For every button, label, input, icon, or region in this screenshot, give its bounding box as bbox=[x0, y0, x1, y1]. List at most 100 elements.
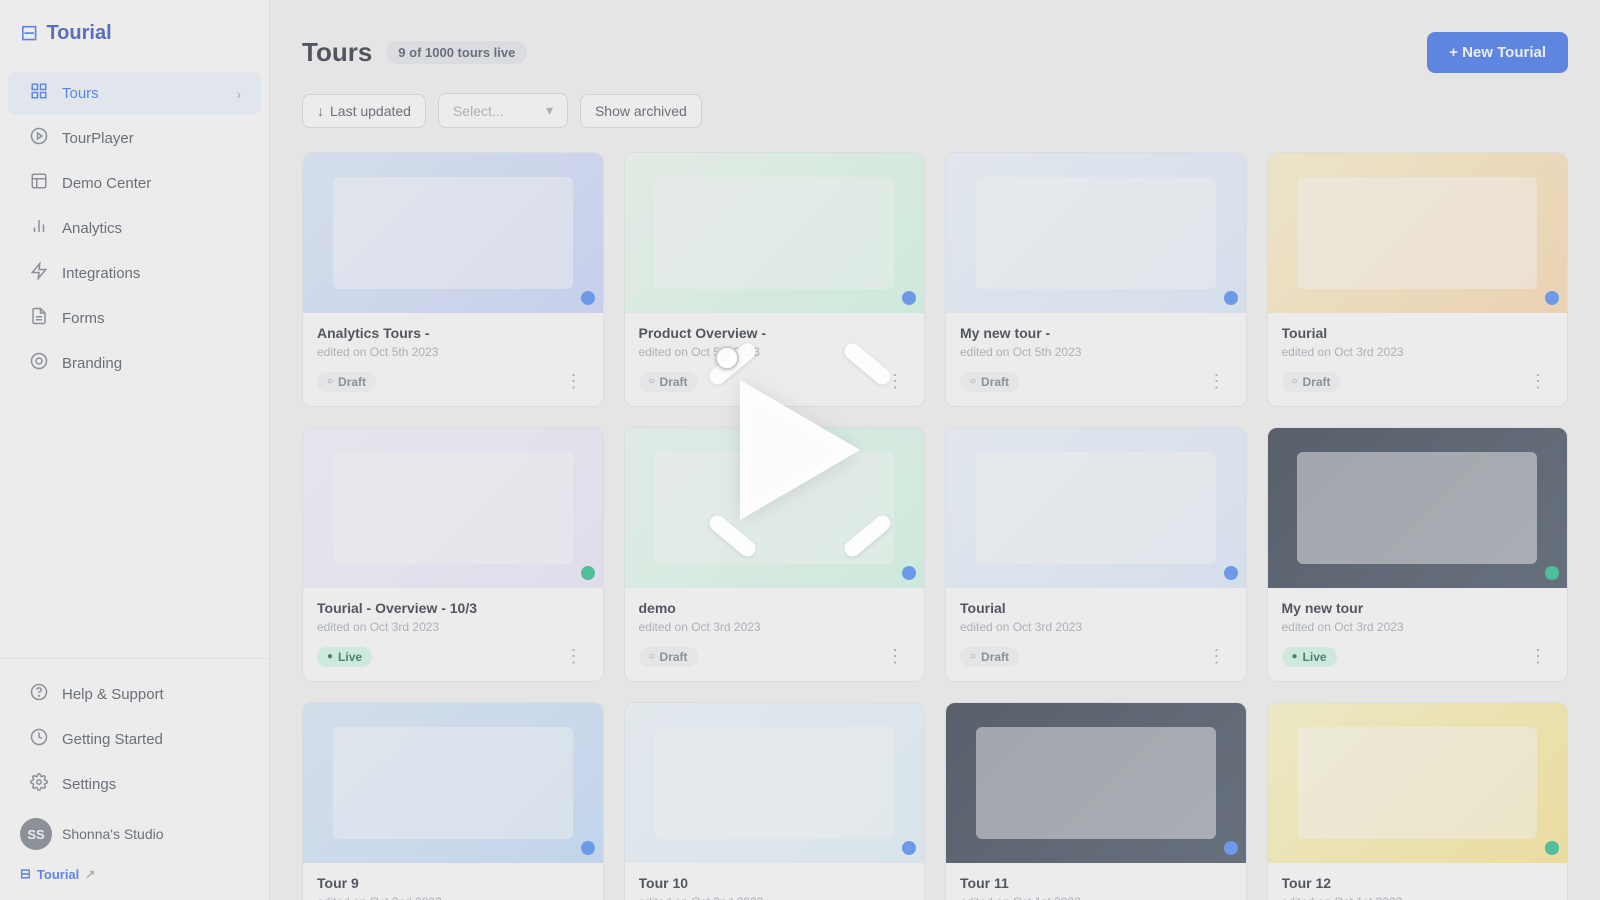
tour-card-date: edited on Oct 3rd 2023 bbox=[1282, 620, 1554, 634]
status-label: Live bbox=[1303, 650, 1327, 664]
thumbnail-inner bbox=[654, 727, 894, 839]
sidebar-label-analytics: Analytics bbox=[62, 220, 122, 237]
status-icon: ○ bbox=[1292, 376, 1298, 387]
user-profile[interactable]: SS Shonna's Studio bbox=[0, 808, 269, 860]
card-menu-button[interactable]: ⋮ bbox=[1523, 369, 1553, 394]
bar-chart-viz bbox=[391, 500, 514, 516]
status-badge: ○ Draft bbox=[317, 372, 376, 392]
sort-last-updated-button[interactable]: ↓ Last updated bbox=[302, 94, 426, 128]
show-archived-button[interactable]: Show archived bbox=[580, 94, 702, 128]
thumb-dot bbox=[1224, 566, 1238, 580]
status-label: Draft bbox=[981, 375, 1009, 389]
select-placeholder: Select... bbox=[453, 103, 504, 119]
card-menu-button[interactable]: ⋮ bbox=[1202, 644, 1232, 669]
sidebar-item-help[interactable]: Help & Support bbox=[8, 673, 261, 716]
tour-card-title: Tour 9 bbox=[317, 875, 589, 891]
bar-chart-viz bbox=[1034, 500, 1157, 516]
sidebar-item-analytics[interactable]: Analytics bbox=[8, 207, 261, 250]
tour-card[interactable]: Tour 12 edited on Oct 1st 2023 ● Live ⋮ bbox=[1267, 702, 1569, 900]
sidebar-item-settings[interactable]: Settings bbox=[8, 763, 261, 806]
thumbnail-inner bbox=[976, 177, 1216, 289]
tour-card[interactable]: My new tour edited on Oct 3rd 2023 ● Liv… bbox=[1267, 427, 1569, 682]
tour-card-body: Tourial - Overview - 10/3 edited on Oct … bbox=[303, 588, 603, 681]
tour-card[interactable]: Tourial - Overview - 10/3 edited on Oct … bbox=[302, 427, 604, 682]
sidebar-label-tourplayer: TourPlayer bbox=[62, 130, 134, 147]
status-icon: ○ bbox=[649, 376, 655, 387]
tour-thumbnail bbox=[1268, 153, 1568, 313]
status-icon: ○ bbox=[970, 376, 976, 387]
tour-card-body: Tourial edited on Oct 3rd 2023 ○ Draft ⋮ bbox=[946, 588, 1246, 681]
logo-text: Tourial bbox=[46, 22, 111, 45]
tour-card[interactable]: Product Overview - edited on Oct 5th 202… bbox=[624, 152, 926, 407]
sidebar-item-getting-started[interactable]: Getting Started bbox=[8, 718, 261, 761]
branding-icon bbox=[28, 352, 50, 375]
card-menu-button[interactable]: ⋮ bbox=[559, 644, 589, 669]
tour-card[interactable]: My new tour - edited on Oct 5th 2023 ○ D… bbox=[945, 152, 1247, 407]
tour-card-title: Tourial bbox=[960, 600, 1232, 616]
select-filter-dropdown[interactable]: Select... ▾ bbox=[438, 93, 568, 128]
thumb-dot bbox=[902, 841, 916, 855]
tour-card-date: edited on Oct 3rd 2023 bbox=[960, 620, 1232, 634]
card-menu-button[interactable]: ⋮ bbox=[1202, 369, 1232, 394]
status-badge: ○ Draft bbox=[960, 647, 1019, 667]
sidebar-label-integrations: Integrations bbox=[62, 265, 140, 282]
tour-card[interactable]: Tour 10 edited on Oct 2nd 2023 ○ Draft ⋮ bbox=[624, 702, 926, 900]
thumbnail-inner bbox=[976, 727, 1216, 839]
thumbnail-bg bbox=[1268, 703, 1568, 863]
tourial-badge: ⊟ Tourial ↗ bbox=[0, 860, 269, 888]
card-menu-button[interactable]: ⋮ bbox=[1523, 644, 1553, 669]
tour-card-footer: ● Live ⋮ bbox=[1282, 644, 1554, 669]
sidebar-item-tours[interactable]: Tours › bbox=[8, 72, 261, 115]
bar-chart-viz bbox=[391, 775, 514, 791]
tour-thumbnail bbox=[303, 703, 603, 863]
filters-bar: ↓ Last updated Select... ▾ Show archived bbox=[302, 93, 1568, 128]
badge-text: Tourial bbox=[37, 867, 79, 882]
sidebar-item-democenter[interactable]: Demo Center bbox=[8, 162, 261, 205]
badge-icon: ⊟ bbox=[20, 866, 31, 882]
card-menu-button[interactable]: ⋮ bbox=[559, 369, 589, 394]
thumbnail-inner bbox=[333, 727, 573, 839]
new-tour-button[interactable]: + New Tourial bbox=[1427, 32, 1568, 73]
tour-card-date: edited on Oct 3rd 2023 bbox=[317, 620, 589, 634]
tour-card[interactable]: demo edited on Oct 3rd 2023 ○ Draft ⋮ bbox=[624, 427, 926, 682]
logo-area[interactable]: ⊟ Tourial bbox=[0, 0, 269, 62]
tour-card-title: Tour 11 bbox=[960, 875, 1232, 891]
thumbnail-bg bbox=[303, 428, 603, 588]
tour-card[interactable]: Tour 9 edited on Oct 2nd 2023 ○ Draft ⋮ bbox=[302, 702, 604, 900]
thumbnail-inner bbox=[654, 452, 894, 564]
tour-card-date: edited on Oct 5th 2023 bbox=[960, 345, 1232, 359]
thumbnail-bg bbox=[946, 703, 1246, 863]
tour-card-body: Analytics Tours - edited on Oct 5th 2023… bbox=[303, 313, 603, 406]
tour-card[interactable]: Analytics Tours - edited on Oct 5th 2023… bbox=[302, 152, 604, 407]
sidebar-label-democenter: Demo Center bbox=[62, 175, 151, 192]
sidebar-item-integrations[interactable]: Integrations bbox=[8, 252, 261, 295]
bar-chart-viz bbox=[1356, 225, 1479, 241]
democenter-icon bbox=[28, 172, 50, 195]
sidebar-item-tourplayer[interactable]: TourPlayer bbox=[8, 117, 261, 160]
tour-card-body: Tour 9 edited on Oct 2nd 2023 ○ Draft ⋮ bbox=[303, 863, 603, 900]
help-icon bbox=[28, 683, 50, 706]
tour-thumbnail bbox=[946, 428, 1246, 588]
status-badge: ○ Draft bbox=[960, 372, 1019, 392]
sidebar-item-forms[interactable]: Forms bbox=[8, 297, 261, 340]
thumbnail-bg bbox=[303, 703, 603, 863]
tour-card-date: edited on Oct 3rd 2023 bbox=[639, 620, 911, 634]
thumb-dot bbox=[581, 291, 595, 305]
dropdown-chevron-icon: ▾ bbox=[546, 102, 553, 119]
status-badge: ○ Draft bbox=[1282, 372, 1341, 392]
card-menu-button[interactable]: ⋮ bbox=[880, 369, 910, 394]
status-badge: ● Live bbox=[317, 647, 372, 667]
tour-card[interactable]: Tourial edited on Oct 3rd 2023 ○ Draft ⋮ bbox=[945, 427, 1247, 682]
tour-card[interactable]: Tourial edited on Oct 3rd 2023 ○ Draft ⋮ bbox=[1267, 152, 1569, 407]
thumbnail-bg bbox=[946, 428, 1246, 588]
user-name: Shonna's Studio bbox=[62, 826, 164, 842]
card-menu-button[interactable]: ⋮ bbox=[880, 644, 910, 669]
tour-card-body: Tour 12 edited on Oct 1st 2023 ● Live ⋮ bbox=[1268, 863, 1568, 900]
tours-grid: Analytics Tours - edited on Oct 5th 2023… bbox=[302, 152, 1568, 900]
tourplayer-icon bbox=[28, 127, 50, 150]
avatar: SS bbox=[20, 818, 52, 850]
sidebar-item-branding[interactable]: Branding bbox=[8, 342, 261, 385]
tour-card[interactable]: Tour 11 edited on Oct 1st 2023 ○ Draft ⋮ bbox=[945, 702, 1247, 900]
tour-card-date: edited on Oct 5th 2023 bbox=[317, 345, 589, 359]
sort-label: Last updated bbox=[330, 103, 411, 119]
